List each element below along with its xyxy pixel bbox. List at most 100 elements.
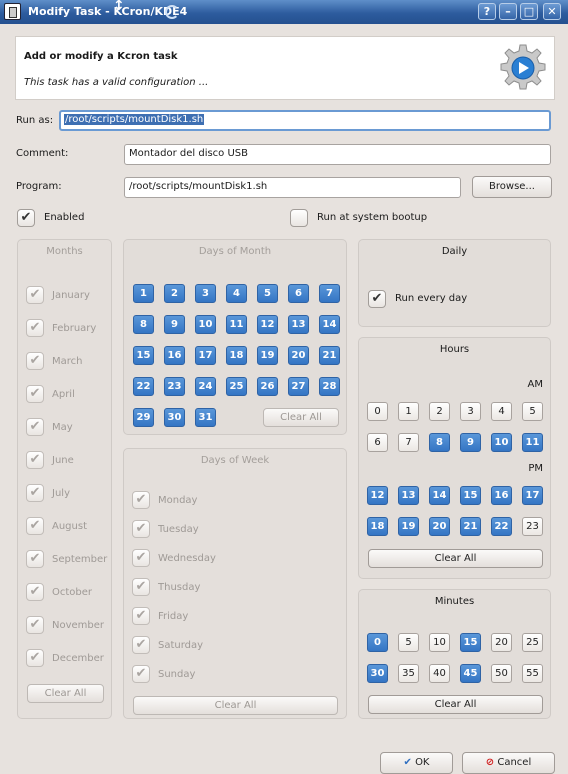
day-of-month-9[interactable]: 9 bbox=[164, 315, 185, 334]
hour-5[interactable]: 5 bbox=[522, 402, 543, 421]
day-of-month-16[interactable]: 16 bbox=[164, 346, 185, 365]
month-checkbox-april[interactable]: ✔ bbox=[26, 385, 44, 403]
hour-14[interactable]: 14 bbox=[429, 486, 450, 505]
hour-10[interactable]: 10 bbox=[491, 433, 512, 452]
minute-45[interactable]: 45 bbox=[460, 664, 481, 683]
day-of-month-3[interactable]: 3 bbox=[195, 284, 216, 303]
day-of-month-13[interactable]: 13 bbox=[288, 315, 309, 334]
weekday-checkbox-monday[interactable]: ✔ bbox=[132, 491, 150, 509]
day-of-month-24[interactable]: 24 bbox=[195, 377, 216, 396]
hour-8[interactable]: 8 bbox=[429, 433, 450, 452]
weekday-checkbox-friday[interactable]: ✔ bbox=[132, 607, 150, 625]
hour-20[interactable]: 20 bbox=[429, 517, 450, 536]
day-of-month-31[interactable]: 31 bbox=[195, 408, 216, 427]
hour-19[interactable]: 19 bbox=[398, 517, 419, 536]
months-clear-all-button[interactable]: Clear All bbox=[27, 684, 104, 703]
run-every-day-checkbox[interactable]: ✔ bbox=[368, 290, 386, 308]
browse-button[interactable]: Browse... bbox=[472, 176, 552, 198]
month-checkbox-june[interactable]: ✔ bbox=[26, 451, 44, 469]
hour-12[interactable]: 12 bbox=[367, 486, 388, 505]
weekday-checkbox-thusday[interactable]: ✔ bbox=[132, 578, 150, 596]
hour-2[interactable]: 2 bbox=[429, 402, 450, 421]
day-of-month-8[interactable]: 8 bbox=[133, 315, 154, 334]
weekday-checkbox-saturday[interactable]: ✔ bbox=[132, 636, 150, 654]
day-of-month-26[interactable]: 26 bbox=[257, 377, 278, 396]
minute-40[interactable]: 40 bbox=[429, 664, 450, 683]
minute-30[interactable]: 30 bbox=[367, 664, 388, 683]
hours-clear-all-button[interactable]: Clear All bbox=[368, 549, 543, 568]
day-of-month-17[interactable]: 17 bbox=[195, 346, 216, 365]
hour-22[interactable]: 22 bbox=[491, 517, 512, 536]
day-of-month-5[interactable]: 5 bbox=[257, 284, 278, 303]
month-checkbox-july[interactable]: ✔ bbox=[26, 484, 44, 502]
day-of-month-11[interactable]: 11 bbox=[226, 315, 247, 334]
minute-10[interactable]: 10 bbox=[429, 633, 450, 652]
maximize-button[interactable]: □ bbox=[520, 3, 538, 20]
day-of-month-21[interactable]: 21 bbox=[319, 346, 340, 365]
month-checkbox-march[interactable]: ✔ bbox=[26, 352, 44, 370]
month-checkbox-december[interactable]: ✔ bbox=[26, 649, 44, 667]
days-of-week-clear-all-button[interactable]: Clear All bbox=[133, 696, 338, 715]
day-of-month-25[interactable]: 25 bbox=[226, 377, 247, 396]
days-of-month-clear-all-button[interactable]: Clear All bbox=[263, 408, 339, 427]
hour-7[interactable]: 7 bbox=[398, 433, 419, 452]
minute-5[interactable]: 5 bbox=[398, 633, 419, 652]
day-of-month-18[interactable]: 18 bbox=[226, 346, 247, 365]
weekday-checkbox-tuesday[interactable]: ✔ bbox=[132, 520, 150, 538]
hour-9[interactable]: 9 bbox=[460, 433, 481, 452]
hour-1[interactable]: 1 bbox=[398, 402, 419, 421]
day-of-month-10[interactable]: 10 bbox=[195, 315, 216, 334]
month-checkbox-may[interactable]: ✔ bbox=[26, 418, 44, 436]
minute-15[interactable]: 15 bbox=[460, 633, 481, 652]
comment-field[interactable]: Montador del disco USB bbox=[124, 144, 551, 165]
hour-13[interactable]: 13 bbox=[398, 486, 419, 505]
close-button[interactable]: ✕ bbox=[543, 3, 561, 20]
day-of-month-29[interactable]: 29 bbox=[133, 408, 154, 427]
run-at-bootup-checkbox[interactable] bbox=[290, 209, 308, 227]
minute-0[interactable]: 0 bbox=[367, 633, 388, 652]
month-checkbox-october[interactable]: ✔ bbox=[26, 583, 44, 601]
month-checkbox-september[interactable]: ✔ bbox=[26, 550, 44, 568]
day-of-month-2[interactable]: 2 bbox=[164, 284, 185, 303]
hour-18[interactable]: 18 bbox=[367, 517, 388, 536]
minute-50[interactable]: 50 bbox=[491, 664, 512, 683]
hour-23[interactable]: 23 bbox=[522, 517, 543, 536]
hour-6[interactable]: 6 bbox=[367, 433, 388, 452]
hour-4[interactable]: 4 bbox=[491, 402, 512, 421]
day-of-month-22[interactable]: 22 bbox=[133, 377, 154, 396]
help-button[interactable]: ? bbox=[478, 3, 496, 20]
day-of-month-19[interactable]: 19 bbox=[257, 346, 278, 365]
weekday-checkbox-sunday[interactable]: ✔ bbox=[132, 665, 150, 683]
hour-0[interactable]: 0 bbox=[367, 402, 388, 421]
day-of-month-30[interactable]: 30 bbox=[164, 408, 185, 427]
month-checkbox-november[interactable]: ✔ bbox=[26, 616, 44, 634]
day-of-month-1[interactable]: 1 bbox=[133, 284, 154, 303]
day-of-month-23[interactable]: 23 bbox=[164, 377, 185, 396]
program-field[interactable]: /root/scripts/mountDisk1.sh bbox=[124, 177, 461, 198]
minute-20[interactable]: 20 bbox=[491, 633, 512, 652]
day-of-month-20[interactable]: 20 bbox=[288, 346, 309, 365]
day-of-month-7[interactable]: 7 bbox=[319, 284, 340, 303]
day-of-month-27[interactable]: 27 bbox=[288, 377, 309, 396]
month-checkbox-february[interactable]: ✔ bbox=[26, 319, 44, 337]
hour-15[interactable]: 15 bbox=[460, 486, 481, 505]
hour-3[interactable]: 3 bbox=[460, 402, 481, 421]
weekday-checkbox-wednesday[interactable]: ✔ bbox=[132, 549, 150, 567]
minutes-clear-all-button[interactable]: Clear All bbox=[368, 695, 543, 714]
day-of-month-6[interactable]: 6 bbox=[288, 284, 309, 303]
day-of-month-28[interactable]: 28 bbox=[319, 377, 340, 396]
enabled-checkbox[interactable]: ✔ bbox=[17, 209, 35, 227]
minute-35[interactable]: 35 bbox=[398, 664, 419, 683]
minute-25[interactable]: 25 bbox=[522, 633, 543, 652]
hour-17[interactable]: 17 bbox=[522, 486, 543, 505]
minute-55[interactable]: 55 bbox=[522, 664, 543, 683]
month-checkbox-august[interactable]: ✔ bbox=[26, 517, 44, 535]
day-of-month-4[interactable]: 4 bbox=[226, 284, 247, 303]
day-of-month-12[interactable]: 12 bbox=[257, 315, 278, 334]
day-of-month-14[interactable]: 14 bbox=[319, 315, 340, 334]
month-checkbox-january[interactable]: ✔ bbox=[26, 286, 44, 304]
day-of-month-15[interactable]: 15 bbox=[133, 346, 154, 365]
run-as-field[interactable]: /root/scripts/mountDisk1.sh bbox=[59, 110, 551, 131]
kcron-app-icon[interactable] bbox=[4, 3, 21, 20]
hour-11[interactable]: 11 bbox=[522, 433, 543, 452]
